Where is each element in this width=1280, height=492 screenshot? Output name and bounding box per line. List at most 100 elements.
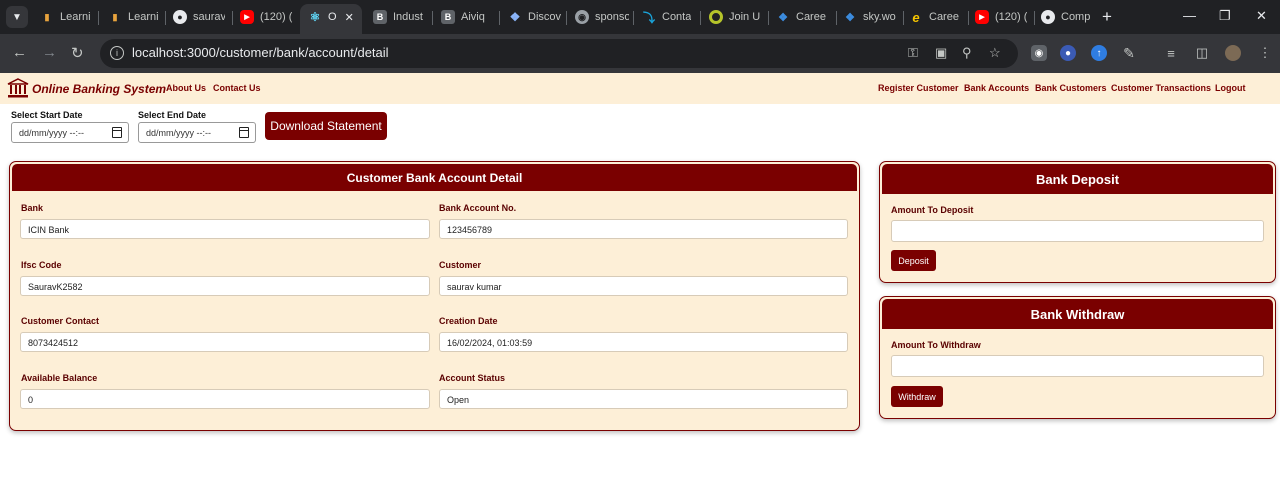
side-panel-icon[interactable]: ◫ — [1194, 45, 1210, 61]
start-date-placeholder: dd/mm/yyyy --:-- — [19, 128, 84, 138]
available-balance-label: Available Balance — [21, 373, 98, 383]
nav-register-customer[interactable]: Register Customer — [878, 83, 959, 93]
reading-list-icon[interactable]: ≡ — [1163, 45, 1179, 61]
calendar-icon[interactable] — [239, 127, 249, 138]
youtube-icon: ▶ — [240, 10, 254, 24]
deposit-amount-input[interactable] — [891, 220, 1264, 242]
available-balance-field[interactable]: 0 — [20, 389, 430, 409]
b-icon: B — [441, 10, 455, 24]
deposit-button[interactable]: Deposit — [891, 250, 936, 271]
site-info-icon[interactable]: i — [110, 46, 124, 60]
profile-avatar[interactable] — [1225, 45, 1241, 61]
new-tab-icon[interactable]: + — [1102, 7, 1112, 27]
nav-bank-customers[interactable]: Bank Customers — [1035, 83, 1107, 93]
browser-tab[interactable]: ❖ Caree — [776, 4, 832, 30]
browser-tab[interactable]: ❖ Discov — [508, 4, 562, 30]
browser-tab-active[interactable]: ⚛ O ✕ — [300, 4, 362, 34]
hook-icon: ⤵ — [642, 10, 655, 25]
browser-tab-title: saurav — [193, 11, 225, 23]
globe-icon: ◉ — [575, 10, 589, 24]
w-icon: ❖ — [778, 11, 788, 24]
circle-icon — [709, 10, 723, 24]
browser-tab[interactable]: B Aiviq — [441, 4, 495, 30]
browser-menu-icon[interactable]: ⋮ — [1257, 45, 1273, 61]
creation-date-field[interactable]: 16/02/2024, 01:03:59 — [439, 332, 848, 352]
bookmark-star-icon[interactable]: ☆ — [989, 45, 1001, 61]
browser-tab-title: Learni — [60, 11, 91, 23]
browser-tab[interactable]: ▮ Learni — [40, 4, 92, 30]
nav-contact-us[interactable]: Contact Us — [213, 83, 261, 93]
camera-extension-icon[interactable]: ◉ — [1031, 45, 1047, 61]
tab-search-chevron-icon[interactable]: ▼ — [6, 6, 28, 28]
browser-tab[interactable]: ● saurav — [173, 4, 225, 30]
w-icon: ❖ — [845, 11, 855, 24]
brand-name[interactable]: Online Banking System — [32, 82, 166, 96]
browser-tab[interactable]: ◉ sponso — [575, 4, 629, 30]
account-status-field[interactable]: Open — [439, 389, 848, 409]
close-window-icon[interactable]: ✕ — [1256, 8, 1267, 24]
bank-withdraw-card: Bank Withdraw Amount To Withdraw Withdra… — [879, 296, 1276, 419]
back-arrow-icon[interactable]: ← — [12, 44, 27, 61]
browser-tab-title: Learni — [128, 11, 159, 23]
password-key-icon[interactable]: ⚿ — [908, 45, 918, 61]
bank-building-icon — [7, 78, 29, 99]
address-bar[interactable]: i localhost:3000/customer/bank/account/d… — [100, 39, 1018, 68]
withdraw-amount-label: Amount To Withdraw — [891, 340, 981, 350]
account-status-label: Account Status — [439, 373, 506, 383]
calendar-icon[interactable] — [112, 127, 122, 138]
browser-tab[interactable]: B Indust — [373, 4, 427, 30]
shield-extension-icon[interactable]: ● — [1060, 45, 1076, 61]
deposit-amount-label: Amount To Deposit — [891, 205, 974, 215]
browser-tab-title: O — [328, 11, 337, 23]
browser-tab-title: Comp — [1061, 11, 1091, 23]
nav-about-us[interactable]: About Us — [166, 83, 206, 93]
bank-label: Bank — [21, 203, 44, 213]
account-detail-card: Customer Bank Account Detail Bank ICIN B… — [9, 161, 860, 431]
browser-tab[interactable]: ▮ Learni — [108, 4, 160, 30]
customer-field[interactable]: saurav kumar — [439, 276, 848, 296]
browser-tab[interactable]: ❖ sky.wo — [843, 4, 899, 30]
close-tab-icon[interactable]: ✕ — [345, 11, 354, 24]
bar-chart-icon: ▮ — [44, 11, 50, 22]
browser-tab[interactable]: ▶ (120) ( — [240, 4, 296, 30]
e-icon: e — [912, 9, 920, 25]
withdraw-amount-input[interactable] — [891, 355, 1264, 377]
end-date-label: Select End Date — [138, 110, 207, 120]
browser-tab[interactable]: ▶ (120) ( — [975, 4, 1031, 30]
download-statement-button[interactable]: Download Statement — [265, 112, 387, 140]
browser-tab[interactable]: ⤵ Conta — [642, 4, 696, 30]
reload-icon[interactable]: ↻ — [71, 44, 84, 62]
customer-contact-label: Customer Contact — [21, 316, 100, 326]
ifsc-code-field[interactable]: SauravK2582 — [20, 276, 430, 296]
nav-logout[interactable]: Logout — [1215, 83, 1246, 93]
nav-bank-accounts[interactable]: Bank Accounts — [964, 83, 1029, 93]
end-date-input[interactable]: dd/mm/yyyy --:-- — [138, 122, 256, 143]
zoom-icon[interactable]: ⚲ — [962, 45, 972, 61]
install-app-icon[interactable]: ▣ — [935, 45, 947, 61]
account-number-field[interactable]: 123456789 — [439, 219, 848, 239]
browser-tab[interactable]: ● Comp — [1041, 4, 1095, 30]
browser-tab-title: Conta — [662, 11, 692, 23]
address-url[interactable]: localhost:3000/customer/bank/account/det… — [132, 45, 389, 60]
withdraw-button[interactable]: Withdraw — [891, 386, 943, 407]
extensions-puzzle-icon[interactable]: ✎ — [1121, 45, 1137, 61]
youtube-icon: ▶ — [975, 10, 989, 24]
minimize-icon[interactable]: — — [1183, 8, 1196, 23]
ifsc-code-label: Ifsc Code — [21, 260, 62, 270]
bank-field[interactable]: ICIN Bank — [20, 219, 430, 239]
customer-contact-field[interactable]: 8073424512 — [20, 332, 430, 352]
start-date-label: Select Start Date — [11, 110, 83, 120]
browser-tab[interactable]: Join U — [709, 4, 765, 30]
start-date-input[interactable]: dd/mm/yyyy --:-- — [11, 122, 129, 143]
nav-customer-transactions[interactable]: Customer Transactions — [1111, 83, 1211, 93]
browser-toolbar: ← → ↻ i localhost:3000/customer/bank/acc… — [0, 34, 1280, 73]
restore-icon[interactable]: ❐ — [1219, 8, 1231, 24]
react-icon: ⚛ — [309, 10, 321, 24]
vpn-extension-icon[interactable]: ↑ — [1091, 45, 1107, 61]
forward-arrow-icon[interactable]: → — [42, 44, 57, 61]
app-navbar: Online Banking System About Us Contact U… — [0, 73, 1280, 104]
brand[interactable]: Online Banking System — [7, 78, 166, 99]
bar-chart-icon: ▮ — [112, 11, 118, 22]
browser-tab-title: Caree — [929, 11, 959, 23]
browser-tab[interactable]: e Caree — [909, 4, 965, 30]
